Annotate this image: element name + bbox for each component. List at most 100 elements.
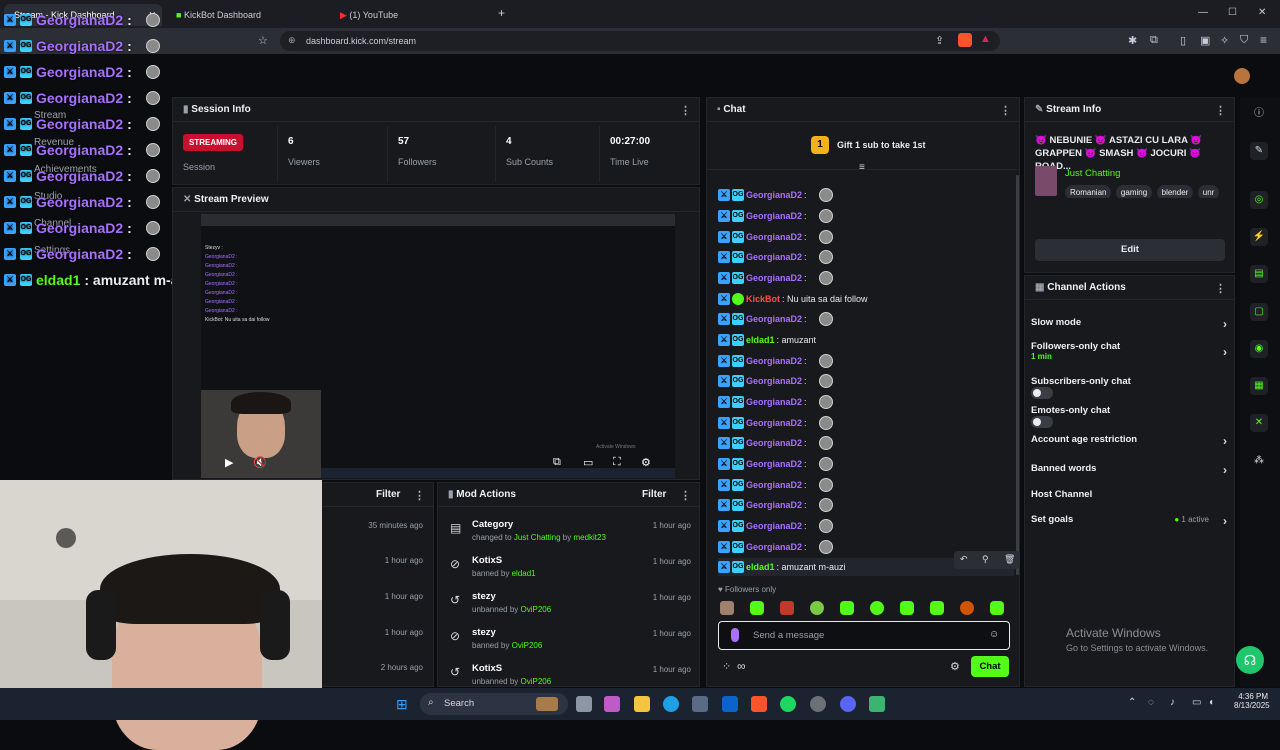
emote-icon[interactable] <box>720 601 734 615</box>
chat-input[interactable]: Send a message ☺ <box>718 621 1010 650</box>
copilot-icon[interactable] <box>604 696 620 712</box>
chat-message[interactable]: ⚔ OG GeorgianaD2: <box>718 186 833 204</box>
play-icon[interactable]: ▶ <box>225 456 233 469</box>
chat-username[interactable]: GeorgianaD2 <box>746 232 802 242</box>
host-channel-row[interactable]: Host Channel <box>1031 489 1227 500</box>
wallet-icon[interactable]: ▣ <box>1200 34 1210 47</box>
mute-icon[interactable]: 🔇 <box>253 456 267 469</box>
chat-message[interactable]: ⚔ OG eldad1: amuzant <box>718 331 816 349</box>
extensions-icon[interactable]: ✱ <box>1128 34 1137 47</box>
vpn-icon[interactable]: ⛉ <box>1240 34 1248 47</box>
task-view-icon[interactable] <box>576 696 592 712</box>
outlook-icon[interactable] <box>722 696 738 712</box>
emote-icon[interactable] <box>930 601 944 615</box>
discord-icon[interactable] <box>840 696 856 712</box>
chat-username[interactable]: GeorgianaD2 <box>746 438 802 448</box>
mod-action-item[interactable]: ⊘ stezy banned by OviP206 1 hour ago <box>438 625 699 659</box>
chat-message[interactable]: ⚔ OG GeorgianaD2: <box>718 248 833 266</box>
mod-action-item[interactable]: ▤ Category changed to Just Chatting by m… <box>438 517 699 551</box>
emote-icon[interactable] <box>750 601 764 615</box>
new-tab-button[interactable]: + <box>498 6 505 20</box>
pin-icon[interactable]: ⚲ <box>982 554 989 565</box>
chat-username[interactable]: GeorgianaD2 <box>746 376 802 386</box>
chat-username[interactable]: eldad1 <box>746 335 775 345</box>
chat-username[interactable]: GeorgianaD2 <box>746 397 802 407</box>
mod-action-item[interactable]: ↺ stezy unbanned by OviP206 1 hour ago <box>438 589 699 623</box>
filter-button[interactable]: Filter <box>642 489 666 500</box>
emotes-only-toggle[interactable] <box>1031 416 1053 428</box>
kebab-menu-icon[interactable]: ⋮ <box>414 489 425 502</box>
volume-icon[interactable]: ◖ <box>1208 697 1214 708</box>
network-icon[interactable]: ◌ <box>1148 697 1154 708</box>
minimize-button[interactable]: — <box>1198 7 1208 18</box>
tag-chip[interactable]: gaming <box>1115 185 1153 198</box>
emote-icon[interactable] <box>780 601 794 615</box>
brave-icon[interactable] <box>751 696 767 712</box>
chat-username[interactable]: GeorgianaD2 <box>746 459 802 469</box>
chat-scrollbar[interactable] <box>1016 175 1019 575</box>
wrench-icon[interactable]: ✕ <box>1250 414 1268 432</box>
slow-mode-row[interactable]: Slow mode › <box>1031 317 1227 331</box>
leo-ai-icon[interactable]: ✧ <box>1220 34 1229 47</box>
mod-action-item[interactable]: ↺ KotixS unbanned by OviP206 1 hour ago <box>438 661 699 686</box>
spotify-icon[interactable] <box>780 696 796 712</box>
chat-username[interactable]: GeorgianaD2 <box>746 252 802 262</box>
chat-message[interactable]: ⚔ OG GeorgianaD2: <box>718 538 833 556</box>
kebab-menu-icon[interactable]: ⋮ <box>1000 104 1011 117</box>
chat-message[interactable]: ⚔ OG GeorgianaD2: <box>718 310 833 328</box>
banned-words-row[interactable]: Banned words › <box>1031 463 1227 477</box>
tag-chip[interactable]: blender <box>1156 185 1194 198</box>
kebab-menu-icon[interactable]: ⋮ <box>680 104 691 117</box>
tray-overflow-icon[interactable]: ⌃ <box>1128 697 1136 708</box>
close-preview-icon[interactable]: ✕ <box>183 194 194 205</box>
chat-message[interactable]: ⚔ OG GeorgianaD2: <box>718 434 833 452</box>
tag-chip[interactable]: unr <box>1197 185 1220 198</box>
mic-icon[interactable] <box>731 628 739 642</box>
category-name[interactable]: Just Chatting <box>1065 168 1120 179</box>
edit-icon[interactable]: ✎ <box>1250 142 1268 160</box>
infinity-icon[interactable]: ∞ <box>737 659 746 673</box>
brave-rewards-icon[interactable]: ▲ <box>980 33 991 45</box>
chat-username[interactable]: GeorgianaD2 <box>746 542 802 552</box>
document-icon[interactable]: ▤ <box>1250 265 1268 283</box>
emote-icon[interactable] <box>840 601 854 615</box>
chat-message[interactable]: ⚔ OG GeorgianaD2: <box>718 207 833 225</box>
tab-youtube[interactable]: ▶ (1) YouTube <box>330 4 490 26</box>
target-icon[interactable]: ◎ <box>1250 191 1268 209</box>
chat-message[interactable]: ⚔ OG GeorgianaD2: <box>718 517 833 535</box>
url-input[interactable]: ⊕ dashboard.kick.com/stream <box>280 31 1000 51</box>
emote-icon[interactable] <box>870 601 884 615</box>
theater-icon[interactable]: ▭ <box>583 456 593 469</box>
lightning-icon[interactable]: ⚡ <box>1250 228 1268 246</box>
account-age-row[interactable]: Account age restriction › <box>1031 434 1227 448</box>
display-icon[interactable]: ▭ <box>1192 697 1201 708</box>
chat-message[interactable]: ⚔ OG GeorgianaD2: <box>718 352 833 370</box>
taskbar-search[interactable]: ⌕ Search <box>420 693 568 715</box>
chat-message[interactable]: ⚔ KickBot: Nu uita sa dai follow <box>718 290 868 308</box>
reply-icon[interactable]: ↶ <box>960 554 968 565</box>
mic-tray-icon[interactable]: ♪ <box>1170 697 1175 708</box>
edge-icon[interactable] <box>663 696 679 712</box>
add-widget-icon[interactable]: ⁂ <box>1250 452 1268 470</box>
media-icon[interactable]: ▦ <box>1250 377 1268 395</box>
emote-icon[interactable] <box>990 601 1004 615</box>
subscribers-only-toggle[interactable] <box>1031 387 1053 399</box>
obs-icon[interactable] <box>810 696 826 712</box>
chat-message[interactable]: ⚔ OG GeorgianaD2: <box>718 496 833 514</box>
file-explorer-icon[interactable] <box>634 696 650 712</box>
chat-username[interactable]: GeorgianaD2 <box>746 190 802 200</box>
chat-username[interactable]: GeorgianaD2 <box>746 273 802 283</box>
chat-username[interactable]: GeorgianaD2 <box>746 356 802 366</box>
delete-icon[interactable]: 🗑 <box>1004 554 1015 565</box>
chat-username[interactable]: GeorgianaD2 <box>746 211 802 221</box>
subscribers-only-row[interactable]: Subscribers-only chat <box>1031 376 1227 399</box>
kebab-menu-icon[interactable]: ⋮ <box>1215 104 1226 117</box>
chat-username[interactable]: GeorgianaD2 <box>746 500 802 510</box>
chat-username[interactable]: GeorgianaD2 <box>746 480 802 490</box>
chat-username[interactable]: KickBot <box>746 294 780 304</box>
emote-icon[interactable] <box>960 601 974 615</box>
filter-button[interactable]: Filter <box>376 489 400 500</box>
tab-search-icon[interactable]: ⧉ <box>1150 34 1158 47</box>
chat-message[interactable]: ⚔ OG GeorgianaD2: <box>718 393 833 411</box>
emoji-icon[interactable]: ☺ <box>989 629 999 640</box>
